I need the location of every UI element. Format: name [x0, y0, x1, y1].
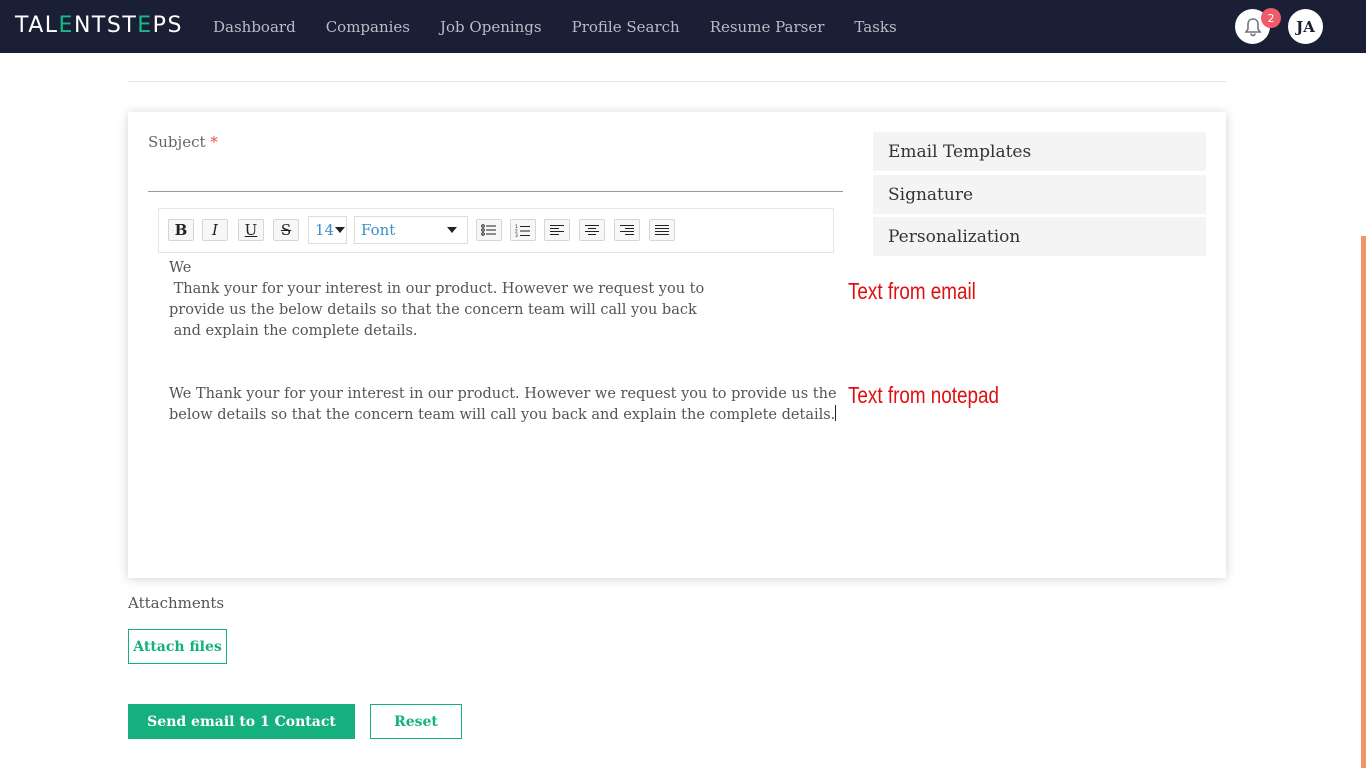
nav-profile-search[interactable]: Profile Search: [572, 18, 680, 36]
bold-button[interactable]: B: [168, 219, 194, 241]
nav-companies[interactable]: Companies: [326, 18, 410, 36]
email-text-line: We: [169, 260, 192, 276]
top-navbar: TALENTSTEPS Dashboard Companies Job Open…: [0, 0, 1366, 53]
personalization-panel[interactable]: Personalization: [873, 217, 1206, 256]
subject-label: Subject *: [148, 133, 218, 151]
numbered-list-icon: 1 2 3: [515, 224, 530, 237]
nav-resume-parser[interactable]: Resume Parser: [710, 18, 825, 36]
nav-dashboard[interactable]: Dashboard: [213, 18, 296, 36]
nav-tasks[interactable]: Tasks: [854, 18, 896, 36]
font-family-select[interactable]: Font: [354, 216, 468, 244]
email-text-line: and explain the complete details.: [169, 323, 418, 339]
italic-button[interactable]: I: [202, 219, 228, 241]
annotation-text-from-email: Text from email: [848, 278, 976, 304]
required-asterisk: *: [210, 133, 218, 151]
svg-text:3: 3: [515, 233, 518, 237]
align-center-button[interactable]: [579, 219, 605, 241]
reset-button[interactable]: Reset: [370, 704, 462, 739]
section-divider: [128, 81, 1226, 82]
align-center-icon: [585, 225, 599, 235]
notepad-text-line-last: below details so that the concern team w…: [169, 405, 837, 426]
email-compose-card: Subject * B I U S 14 Font 1 2 3 We Thank…: [128, 112, 1226, 578]
justify-icon: [655, 225, 669, 235]
attach-files-button[interactable]: Attach files: [128, 629, 227, 664]
font-size-value: 14: [315, 221, 335, 239]
numbered-list-button[interactable]: 1 2 3: [510, 219, 536, 241]
bullet-list-button[interactable]: [476, 219, 502, 241]
chevron-down-icon: [447, 227, 457, 233]
align-right-button[interactable]: [614, 219, 640, 241]
notepad-text-line: below details so that the concern team w…: [169, 407, 836, 423]
annotation-text-from-notepad: Text from notepad: [848, 382, 999, 408]
align-right-icon: [620, 225, 634, 235]
send-email-button[interactable]: Send email to 1 Contact: [128, 704, 355, 739]
subject-input[interactable]: [148, 191, 843, 192]
justify-button[interactable]: [649, 219, 675, 241]
page-scrollbar-thumb[interactable]: [1361, 236, 1366, 768]
attachments-label: Attachments: [128, 594, 225, 612]
font-size-select[interactable]: 14: [308, 216, 347, 244]
font-family-value: Font: [361, 221, 396, 239]
strikethrough-button[interactable]: S: [273, 219, 299, 241]
email-templates-panel[interactable]: Email Templates: [873, 132, 1206, 171]
email-body-editor[interactable]: We Thank your for your interest in our p…: [169, 258, 837, 426]
notification-count-badge: 2: [1261, 8, 1281, 28]
text-cursor: [835, 405, 837, 421]
editor-toolbar: B I U S 14 Font 1 2 3: [158, 208, 834, 253]
bullet-list-icon: [481, 224, 496, 236]
user-avatar[interactable]: JA: [1288, 9, 1323, 44]
email-text-line: provide us the below details so that the…: [169, 302, 697, 318]
align-left-icon: [550, 225, 564, 235]
underline-button[interactable]: U: [238, 219, 264, 241]
talentsteps-logo[interactable]: TALENTSTEPS: [15, 13, 183, 38]
chevron-down-icon: [335, 227, 345, 233]
main-nav: Dashboard Companies Job Openings Profile…: [213, 0, 927, 53]
nav-job-openings[interactable]: Job Openings: [440, 18, 542, 36]
signature-panel[interactable]: Signature: [873, 175, 1206, 214]
bell-icon: [1244, 17, 1261, 36]
notepad-text-line: We Thank your for your interest in our p…: [169, 386, 837, 402]
email-text-line: Thank your for your interest in our prod…: [169, 281, 705, 297]
align-left-button[interactable]: [544, 219, 570, 241]
